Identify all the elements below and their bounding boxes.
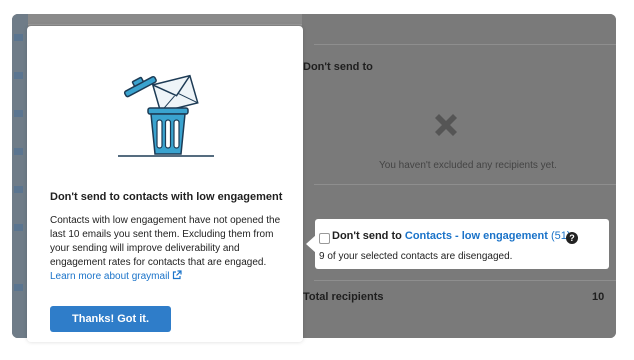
dont-send-option: Don't send to Contacts - low engagement … [332,230,571,242]
dont-send-section-title: Don't send to [303,61,373,73]
learn-more-link[interactable]: Learn more about graymail [50,270,182,282]
modal-description: Contacts with low engagement have not op… [50,215,281,268]
external-link-icon [173,270,182,280]
low-engagement-list-link[interactable]: Contacts - low engagement [405,230,548,242]
modal-title: Don't send to contacts with low engageme… [50,191,283,203]
total-recipients-value: 10 [592,291,605,303]
total-recipients-label: Total recipients [303,291,384,303]
learn-more-label: Learn more about graymail [50,271,170,282]
modal-body: Contacts with low engagement have not op… [50,214,290,284]
dont-send-prefix: Don't send to [332,230,405,242]
empty-state-message: You haven't excluded any recipients yet. [379,160,557,171]
disengaged-message: 9 of your selected contacts are disengag… [319,251,513,262]
help-icon[interactable]: ? [566,232,578,244]
thanks-got-it-button[interactable]: Thanks! Got it. [50,306,171,332]
dont-send-checkbox[interactable] [319,233,330,244]
trash-can-with-envelope-icon [118,74,214,157]
x-icon [435,114,457,136]
background-list-stripe [12,14,28,338]
